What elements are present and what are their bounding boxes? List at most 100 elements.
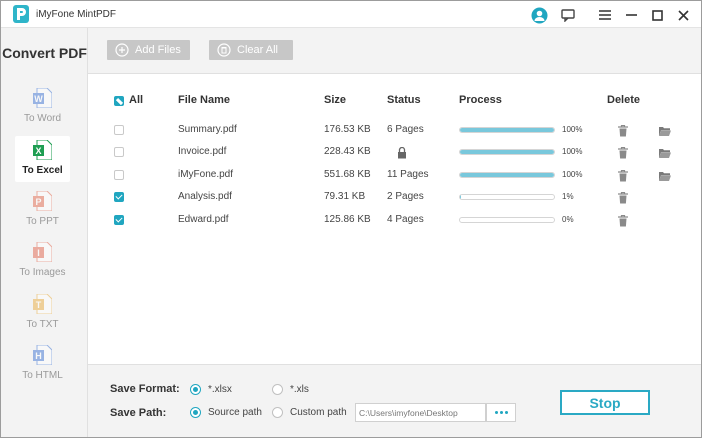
html-icon: H (33, 345, 52, 365)
custom-path-label: Custom path (290, 407, 347, 418)
plus-circle-icon (115, 43, 129, 57)
file-status: 6 Pages (387, 124, 424, 135)
word-icon: W (33, 88, 52, 108)
delete-icon[interactable] (618, 170, 628, 182)
account-icon[interactable] (529, 5, 549, 25)
stop-button[interactable]: Stop (560, 390, 650, 415)
row-checkbox[interactable] (114, 215, 124, 225)
sidebar-item-label: To HTML (22, 370, 63, 381)
progress-bar (459, 217, 555, 223)
add-files-button[interactable]: Add Files (107, 40, 190, 60)
sidebar-item-to-txt[interactable]: T To TXT (15, 290, 70, 336)
excel-icon: X (33, 140, 52, 160)
sidebar-item-label: To Word (23, 113, 62, 124)
progress-bar (459, 172, 555, 178)
row-checkbox[interactable] (114, 192, 124, 202)
menu-icon[interactable] (595, 5, 615, 25)
row-checkbox[interactable] (114, 170, 124, 180)
file-size: 551.68 KB (324, 169, 371, 180)
sidebar-item-label: To Images (19, 267, 66, 278)
row-checkbox[interactable] (114, 147, 124, 157)
progress-percent: 1% (562, 192, 574, 201)
close-icon[interactable] (673, 5, 693, 25)
progress-bar (459, 149, 555, 155)
header-status: Status (387, 94, 421, 106)
open-folder-icon[interactable] (659, 171, 671, 181)
format-xls-radio[interactable] (272, 384, 283, 395)
progress-fill (460, 173, 554, 177)
format-xls-label: *.xls (290, 384, 309, 395)
clear-all-button[interactable]: Clear All (209, 40, 293, 60)
trash-circle-icon (217, 43, 231, 57)
progress-bar (459, 194, 555, 200)
sidebar-item-label: To TXT (26, 319, 59, 330)
delete-icon[interactable] (618, 147, 628, 159)
progress-fill (460, 150, 554, 154)
sidebar-item-to-excel[interactable]: X To Excel (15, 136, 70, 182)
txt-icon: T (33, 294, 52, 314)
save-path-label: Save Path: (110, 407, 167, 419)
feedback-icon[interactable] (558, 5, 578, 25)
open-folder-icon[interactable] (659, 126, 671, 136)
delete-icon[interactable] (618, 125, 628, 137)
file-status: 2 Pages (387, 191, 424, 202)
app-logo-icon (13, 5, 29, 23)
file-size: 176.53 KB (324, 124, 371, 135)
save-format-label: Save Format: (110, 383, 180, 395)
svg-text:W: W (34, 94, 43, 104)
sidebar-item-to-html[interactable]: H To HTML (15, 341, 70, 387)
select-all-checkbox[interactable] (114, 96, 124, 106)
delete-icon[interactable] (618, 215, 628, 227)
header-file-name: File Name (178, 94, 230, 106)
sidebar-item-to-ppt[interactable]: P To PPT (15, 187, 70, 233)
file-name: iMyFone.pdf (178, 169, 234, 180)
svg-text:T: T (36, 300, 42, 310)
progress-fill (460, 195, 461, 199)
browse-path-button[interactable] (486, 403, 516, 422)
format-xlsx-radio[interactable] (190, 384, 201, 395)
file-name: Analysis.pdf (178, 191, 232, 202)
progress-percent: 100% (562, 125, 583, 134)
svg-text:X: X (35, 146, 41, 156)
header-all: All (129, 94, 144, 106)
file-status: 11 Pages (387, 169, 429, 180)
source-path-label: Source path (208, 407, 262, 418)
file-name: Summary.pdf (178, 124, 237, 135)
header-size: Size (324, 94, 347, 106)
row-checkbox[interactable] (114, 125, 124, 135)
app-title: iMyFone MintPDF (36, 9, 117, 20)
file-size: 125.86 KB (324, 214, 371, 225)
file-name: Invoice.pdf (178, 146, 227, 157)
file-status: 4 Pages (387, 214, 424, 225)
header-delete: Delete (607, 94, 641, 106)
progress-fill (460, 128, 554, 132)
svg-text:H: H (35, 351, 42, 361)
format-xlsx-label: *.xlsx (208, 384, 232, 395)
sidebar-item-label: To Excel (22, 165, 63, 176)
delete-icon[interactable] (618, 192, 628, 204)
progress-bar (459, 127, 555, 133)
file-size: 79.31 KB (324, 191, 366, 202)
svg-text:P: P (35, 197, 41, 207)
save-path-field[interactable]: C:\Users\imyfone\Desktop (355, 403, 486, 422)
maximize-icon[interactable] (647, 5, 667, 25)
source-path-radio[interactable] (190, 407, 201, 418)
toolbar: Add Files Clear All (88, 28, 701, 74)
lock-icon (398, 147, 406, 159)
clear-all-label: Clear All (237, 44, 278, 56)
progress-percent: 100% (562, 170, 583, 179)
header-process: Process (459, 94, 502, 106)
title-bar: iMyFone MintPDF (1, 1, 701, 28)
sidebar-item-label: To PPT (26, 216, 59, 227)
sidebar-title: Convert PDF (2, 45, 87, 61)
sidebar-item-to-word[interactable]: W To Word (15, 84, 70, 130)
sidebar-item-to-images[interactable]: I To Images (15, 238, 70, 284)
minimize-icon[interactable] (621, 5, 641, 25)
image-icon: I (33, 242, 52, 262)
svg-text:I: I (37, 248, 40, 258)
open-folder-icon[interactable] (659, 148, 671, 158)
ppt-icon: P (33, 191, 52, 211)
custom-path-radio[interactable] (272, 407, 283, 418)
progress-percent: 0% (562, 215, 574, 224)
progress-percent: 100% (562, 147, 583, 156)
